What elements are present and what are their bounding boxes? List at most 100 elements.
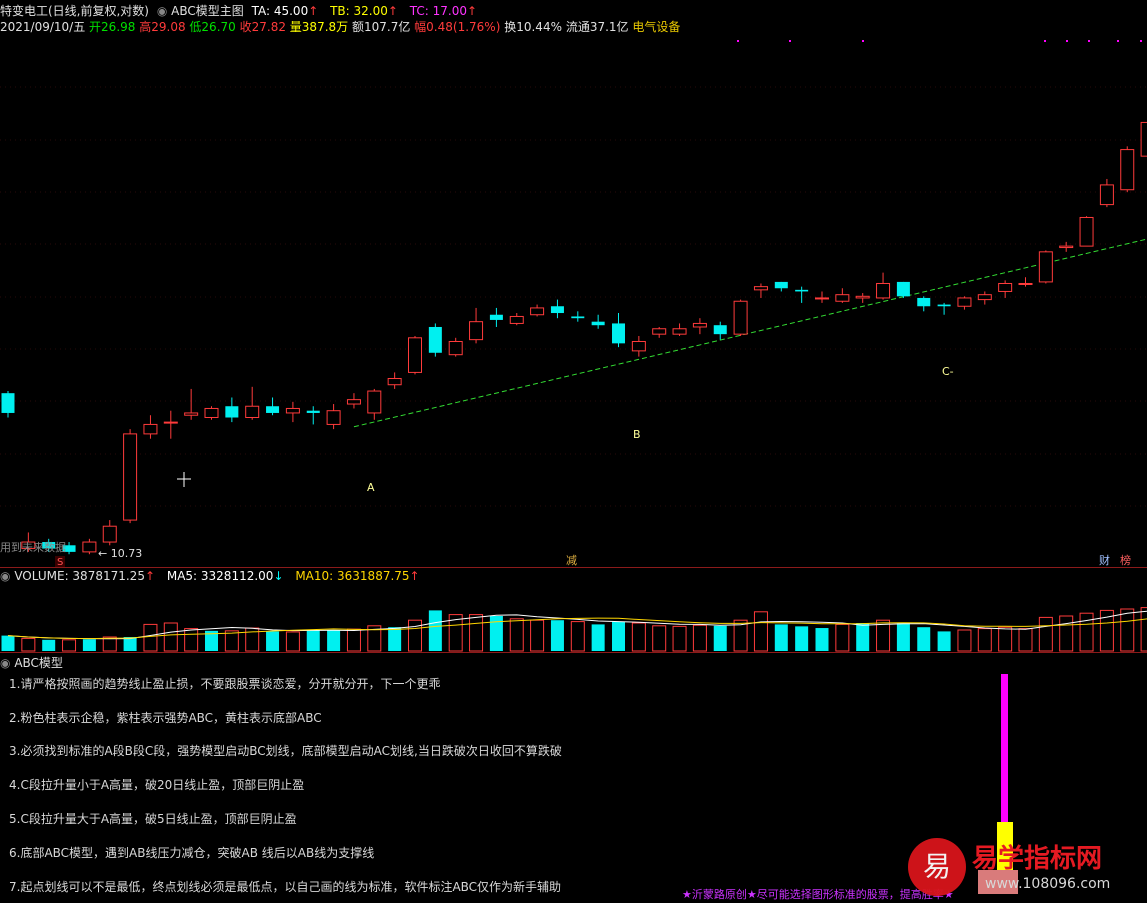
candle[interactable] [448, 337, 463, 357]
signal-dot [1044, 40, 1046, 42]
candle[interactable] [266, 397, 280, 416]
marker-cai[interactable]: 财 [1099, 553, 1110, 567]
top-signal-dots [737, 40, 1142, 42]
candle[interactable] [957, 296, 972, 310]
abc-note-7: 7.起点划线可以不是最低，终点划线必须是最低点，以自己画的线为标准，软件标注AB… [9, 880, 562, 894]
volume-bar [774, 624, 788, 651]
candle[interactable] [1140, 121, 1147, 158]
candle-body [448, 340, 463, 356]
candle[interactable] [530, 304, 545, 317]
abc-note-6: 6.底部ABC模型，遇到AB线压力减仓，突破AB 线后以AB线为支撑线 [9, 846, 375, 860]
candle[interactable] [713, 321, 727, 340]
candle[interactable] [835, 288, 850, 303]
candle-body [774, 281, 788, 289]
abc-strong-signal-bar [1001, 674, 1008, 822]
candle[interactable] [1038, 250, 1053, 284]
volume-bar [795, 626, 809, 651]
volume-ma5: MA5: 3328112.00 [166, 569, 274, 583]
volume-toggle-icon[interactable]: ◉ [0, 569, 10, 583]
abc-note-2: 2.粉色柱表示企稳，紫柱表示强势ABC，黄柱表示底部ABC [9, 711, 322, 725]
candle[interactable] [1079, 216, 1094, 247]
candle[interactable] [143, 415, 158, 439]
signal-dot [1140, 40, 1142, 42]
candle[interactable] [774, 281, 788, 292]
candle[interactable] [896, 281, 910, 298]
future-data-label: 用到未来数据 [0, 540, 66, 554]
crosshair-cursor-icon [177, 472, 191, 487]
candle[interactable] [326, 404, 341, 430]
candle[interactable] [509, 313, 524, 326]
abc-toggle-icon[interactable]: ◉ [0, 656, 10, 670]
candle[interactable] [937, 302, 951, 315]
volume-chart[interactable] [0, 584, 1147, 652]
signal-dot [1117, 40, 1119, 42]
volume-bar [570, 621, 585, 652]
candle[interactable] [285, 401, 300, 423]
candle-body [835, 294, 850, 302]
candle-body [1079, 216, 1094, 247]
volume-bar [672, 625, 687, 652]
candle[interactable] [204, 406, 219, 420]
candle[interactable] [408, 335, 422, 375]
candle[interactable] [1018, 277, 1033, 287]
candle[interactable] [998, 280, 1013, 298]
pane-divider-abc[interactable] [0, 652, 1147, 653]
candle[interactable] [591, 314, 605, 329]
candle[interactable] [82, 538, 97, 555]
candle-body [266, 406, 280, 413]
candle[interactable] [428, 323, 442, 357]
pane-divider-volume[interactable] [0, 567, 1147, 568]
candle[interactable] [977, 291, 992, 305]
candle[interactable] [306, 406, 320, 425]
candle[interactable] [1, 391, 15, 418]
candle-body [753, 286, 768, 291]
signal-dot [737, 40, 739, 42]
candle[interactable] [612, 313, 625, 348]
candle-body [917, 297, 931, 307]
candle[interactable] [102, 520, 117, 546]
candle[interactable] [1120, 146, 1135, 193]
candle[interactable] [753, 283, 768, 298]
candle[interactable] [795, 286, 809, 303]
marker-jian[interactable]: 减 [566, 554, 577, 567]
candle[interactable] [876, 272, 891, 300]
candle[interactable] [163, 410, 178, 439]
candle[interactable] [672, 323, 687, 336]
candle-body [957, 297, 972, 307]
candle[interactable] [184, 388, 199, 420]
label-b: B [633, 428, 641, 441]
candle[interactable] [631, 335, 646, 357]
volume-bar [428, 610, 442, 651]
candle[interactable] [123, 429, 138, 524]
candle[interactable] [346, 393, 361, 409]
main-candle-chart[interactable]: A B C- ← 10.73 用到未来数据 S 减 财 榜 [0, 0, 1147, 568]
candle[interactable] [1099, 178, 1114, 208]
candle[interactable] [917, 296, 931, 312]
volume-bar [937, 631, 951, 651]
candle[interactable] [469, 307, 484, 344]
marker-bang[interactable]: 榜 [1120, 553, 1131, 567]
candle-body [652, 328, 667, 335]
volume-bar [346, 628, 361, 652]
candle[interactable] [367, 388, 382, 420]
candle[interactable] [855, 293, 870, 303]
candle[interactable] [387, 372, 402, 389]
candle[interactable] [489, 307, 503, 327]
candle[interactable] [225, 397, 239, 423]
candle-body [876, 282, 891, 299]
candle[interactable] [733, 299, 748, 336]
volume-bar [815, 628, 829, 651]
volume-bar [977, 628, 992, 652]
candle[interactable] [245, 386, 260, 420]
volume-bar [21, 637, 36, 652]
candle[interactable] [692, 318, 707, 335]
candle[interactable] [571, 311, 585, 322]
candle[interactable] [550, 299, 564, 319]
candle[interactable] [652, 326, 667, 338]
candle[interactable] [815, 291, 829, 303]
candle-body [184, 412, 199, 416]
volume-bar [184, 628, 199, 652]
candle[interactable] [1059, 241, 1074, 252]
watermark-brand: 易学指标网 [972, 844, 1103, 874]
candle-body [143, 423, 158, 435]
